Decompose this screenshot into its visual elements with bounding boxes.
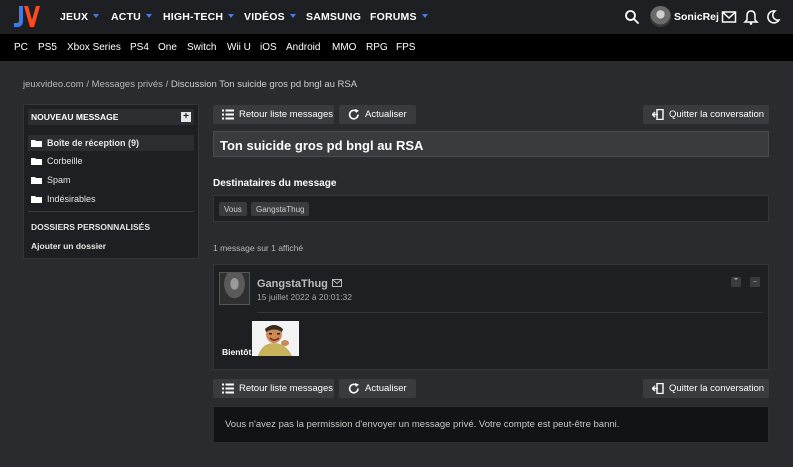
- exit-icon: [652, 383, 664, 394]
- conversation-title-box: Ton suicide gros pd bngl au RSA: [213, 131, 769, 157]
- chevron-down-icon: [289, 14, 296, 19]
- refresh-icon: [348, 383, 359, 394]
- refresh-button[interactable]: Actualiser: [339, 105, 416, 124]
- quit-conversation-button-bottom[interactable]: Quitter la conversation: [643, 379, 769, 398]
- recipient-chip: Vous: [219, 202, 247, 216]
- moon-icon[interactable]: [765, 9, 781, 25]
- exit-icon: [652, 109, 664, 120]
- custom-folders-title: DOSSIERS PERSONNALISÉS: [31, 222, 151, 232]
- platform-pc[interactable]: PC: [14, 42, 28, 53]
- recipients-box: Vous GangstaThug: [213, 195, 769, 222]
- chevron-down-icon: [421, 14, 428, 19]
- refresh-button-bottom[interactable]: Actualiser: [339, 379, 416, 398]
- sidebar-item-spam[interactable]: Spam: [28, 172, 194, 188]
- recipient-chip[interactable]: GangstaThug: [251, 202, 310, 216]
- nav-jeux[interactable]: JEUX: [60, 11, 100, 23]
- platform-wii-u[interactable]: Wii U: [227, 42, 251, 53]
- recipients-label: Destinataires du message: [213, 178, 337, 189]
- folder-icon: [31, 158, 42, 165]
- folder-icon: [31, 196, 42, 203]
- nav-high-tech[interactable]: HIGH-TECH: [163, 11, 235, 23]
- breadcrumb: jeuxvideo.com / Messages privés / Discus…: [23, 79, 358, 90]
- sticker-image: [252, 321, 299, 356]
- new-message-button[interactable]: NOUVEAU MESSAGE +: [28, 109, 194, 125]
- quote-icon[interactable]: ❞: [731, 277, 741, 287]
- platform-xbox-series[interactable]: Xbox Series: [67, 42, 121, 53]
- nav-forums[interactable]: FORUMS: [370, 11, 428, 23]
- menu-icon[interactable]: –: [750, 277, 760, 287]
- divider: [257, 312, 763, 313]
- breadcrumb-home[interactable]: jeuxvideo.com: [23, 79, 84, 90]
- nav-samsung[interactable]: SAMSUNG: [306, 11, 361, 23]
- back-to-list-button[interactable]: Retour liste messages: [213, 105, 334, 124]
- author-avatar[interactable]: [219, 272, 250, 305]
- platform-ps5[interactable]: PS5: [38, 42, 57, 53]
- jv-logo[interactable]: [12, 4, 42, 30]
- chevron-down-icon: [228, 14, 235, 19]
- breadcrumb-current: Discussion Ton suicide gros pd bngl au R…: [170, 79, 358, 90]
- chevron-down-icon: [145, 14, 152, 19]
- sidebar-item-inbox[interactable]: Boîte de réception (9): [28, 135, 194, 151]
- folder-icon: [31, 177, 42, 184]
- user-avatar[interactable]: [650, 6, 671, 27]
- nav-actu[interactable]: ACTU: [111, 11, 152, 23]
- platform-mmo[interactable]: MMO: [332, 42, 356, 53]
- plus-icon: +: [181, 112, 191, 122]
- sidebar-item-trash[interactable]: Corbeille: [28, 153, 194, 169]
- platform-ps4[interactable]: PS4: [130, 42, 149, 53]
- message-author[interactable]: GangstaThug: [257, 278, 328, 290]
- mail-icon[interactable]: [332, 279, 342, 287]
- nav-videos[interactable]: VIDÉOS: [244, 11, 296, 23]
- breadcrumb-messages[interactable]: Messages privés: [92, 79, 163, 90]
- refresh-icon: [348, 109, 359, 120]
- add-folder-link[interactable]: Ajouter un dossier: [31, 241, 106, 251]
- message-count: 1 message sur 1 affiché: [213, 243, 304, 253]
- permission-notice: Vous n'avez pas la permission d'envoyer …: [213, 406, 769, 443]
- conversation-title: Ton suicide gros pd bngl au RSA: [220, 138, 424, 153]
- platform-fps[interactable]: FPS: [396, 42, 415, 53]
- divider: [28, 211, 194, 212]
- message-text: Bientôt: [222, 347, 252, 357]
- quit-conversation-button[interactable]: Quitter la conversation: [643, 105, 769, 124]
- top-navbar: JEUX ACTU HIGH-TECH VIDÉOS SAMSUNG FORUM…: [0, 0, 793, 34]
- sidebar-item-unwanted[interactable]: Indésirables: [28, 191, 194, 207]
- bell-icon[interactable]: [743, 9, 759, 25]
- chevron-down-icon: [93, 14, 100, 19]
- list-icon: [222, 383, 234, 394]
- message-card: GangstaThug 15 juillet 2022 à 20:01:32 ❞…: [213, 264, 769, 370]
- folder-icon: [31, 140, 42, 147]
- sidebar: NOUVEAU MESSAGE + Boîte de réception (9)…: [23, 104, 199, 259]
- mail-icon[interactable]: [721, 9, 737, 25]
- search-icon[interactable]: [624, 9, 640, 25]
- back-to-list-button-bottom[interactable]: Retour liste messages: [213, 379, 334, 398]
- platform-android[interactable]: Android: [286, 42, 320, 53]
- permission-notice-text: Vous n'avez pas la permission d'envoyer …: [225, 419, 620, 430]
- platform-ios[interactable]: iOS: [260, 42, 277, 53]
- platform-rpg[interactable]: RPG: [366, 42, 388, 53]
- platform-switch[interactable]: Switch: [187, 42, 216, 53]
- username[interactable]: SonicRej: [674, 11, 719, 23]
- platform-bar: PC PS5 Xbox Series PS4 One Switch Wii U …: [0, 34, 793, 61]
- message-date: 15 juillet 2022 à 20:01:32: [257, 292, 352, 302]
- list-icon: [222, 109, 234, 120]
- platform-one[interactable]: One: [158, 42, 177, 53]
